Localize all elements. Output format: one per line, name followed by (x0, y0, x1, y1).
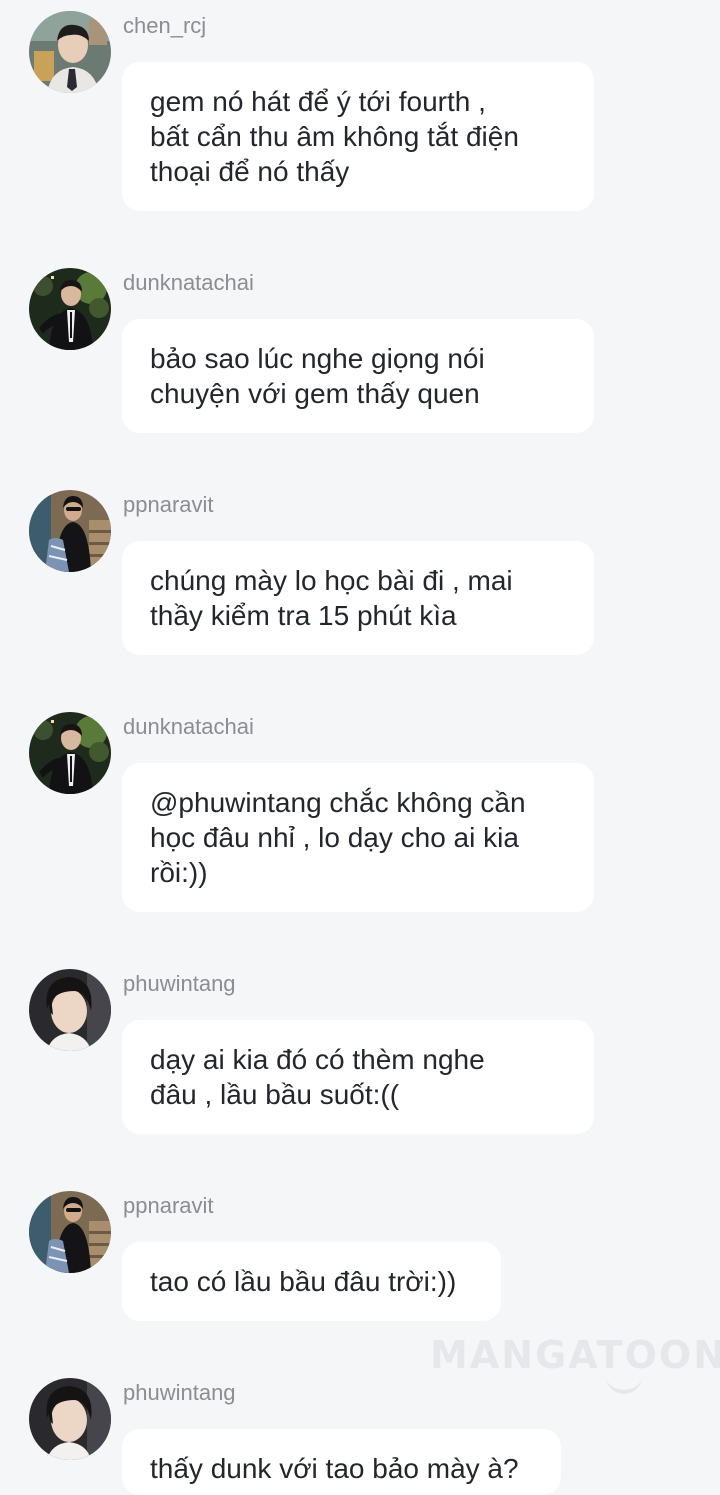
username[interactable]: ppnaravit (123, 492, 214, 518)
message-bubble: chúng mày lo học bài đi , mai thầy kiểm … (122, 541, 594, 655)
username[interactable]: ppnaravit (123, 1193, 214, 1219)
message-bubble: @phuwintang chắc không cần học đâu nhỉ ,… (122, 763, 594, 912)
chat-thread: chen_rcj gem nó hát để ý tới fourth , bấ… (0, 0, 720, 1495)
avatar-pp-icon[interactable] (29, 1191, 111, 1273)
watermark-smile-icon (606, 1372, 642, 1394)
avatar-dunk-icon[interactable] (29, 268, 111, 350)
username[interactable]: dunknatachai (123, 714, 254, 740)
avatar-pp-icon[interactable] (29, 490, 111, 572)
watermark-logo: MANGATOON (430, 1333, 720, 1377)
avatar-chen-icon[interactable] (29, 11, 111, 93)
username[interactable]: phuwintang (123, 1380, 236, 1406)
message-bubble: gem nó hát để ý tới fourth , bất cẩn thu… (122, 62, 594, 211)
message-bubble: thấy dunk với tao bảo mày à? (122, 1429, 561, 1495)
avatar-phuwin-icon[interactable] (29, 1378, 111, 1460)
message-bubble: bảo sao lúc nghe giọng nói chuyện với ge… (122, 319, 594, 433)
username[interactable]: dunknatachai (123, 270, 254, 296)
avatar-phuwin-icon[interactable] (29, 969, 111, 1051)
username[interactable]: phuwintang (123, 971, 236, 997)
message-bubble: dạy ai kia đó có thèm nghe đâu , lầu bầu… (122, 1020, 594, 1134)
username[interactable]: chen_rcj (123, 13, 206, 39)
message-bubble: tao có lầu bầu đâu trời:)) (122, 1242, 501, 1321)
avatar-dunk-icon[interactable] (29, 712, 111, 794)
